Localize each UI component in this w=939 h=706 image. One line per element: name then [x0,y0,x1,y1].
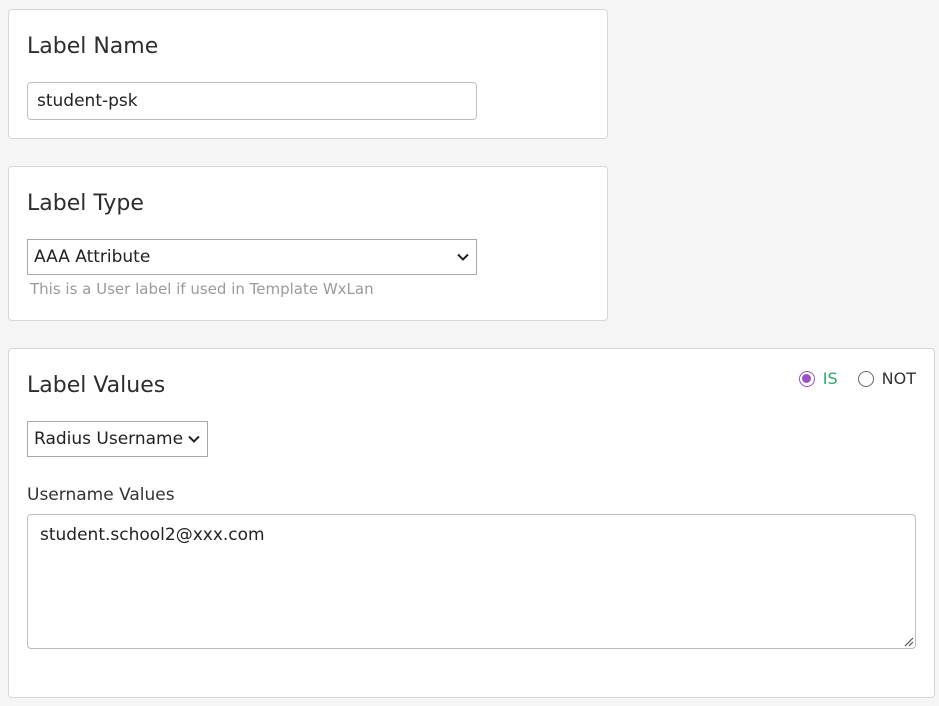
username-values-label: Username Values [27,485,175,505]
label-values-card: Label Values IS NOT Radius Username User… [8,348,935,698]
attribute-selected-value: Radius Username [34,429,184,449]
username-values-textarea[interactable]: student.school2@xxx.com [27,514,916,649]
label-type-select[interactable]: AAA Attribute [27,239,477,275]
label-values-title: Label Values [27,373,166,398]
chevron-down-icon [188,435,200,443]
label-type-title: Label Type [27,191,144,216]
radio-is-label: IS [822,369,838,388]
chevron-down-icon [457,253,469,261]
label-type-selected-value: AAA Attribute [34,247,151,267]
radio-option-is[interactable]: IS [798,369,838,388]
radio-option-not[interactable]: NOT [857,369,916,388]
label-type-card: Label Type AAA Attribute This is a User … [8,166,608,321]
resize-grip-icon[interactable] [902,635,914,647]
radio-not-unchecked[interactable] [857,370,874,387]
match-radio-group: IS NOT [798,369,916,388]
label-name-card: Label Name [8,9,608,139]
attribute-select[interactable]: Radius Username [27,421,208,457]
label-type-helper-text: This is a User label if used in Template… [30,280,374,298]
radio-not-label: NOT [881,369,916,388]
radio-is-checked[interactable] [798,370,815,387]
label-name-title: Label Name [27,34,159,59]
label-name-input[interactable] [27,82,477,120]
